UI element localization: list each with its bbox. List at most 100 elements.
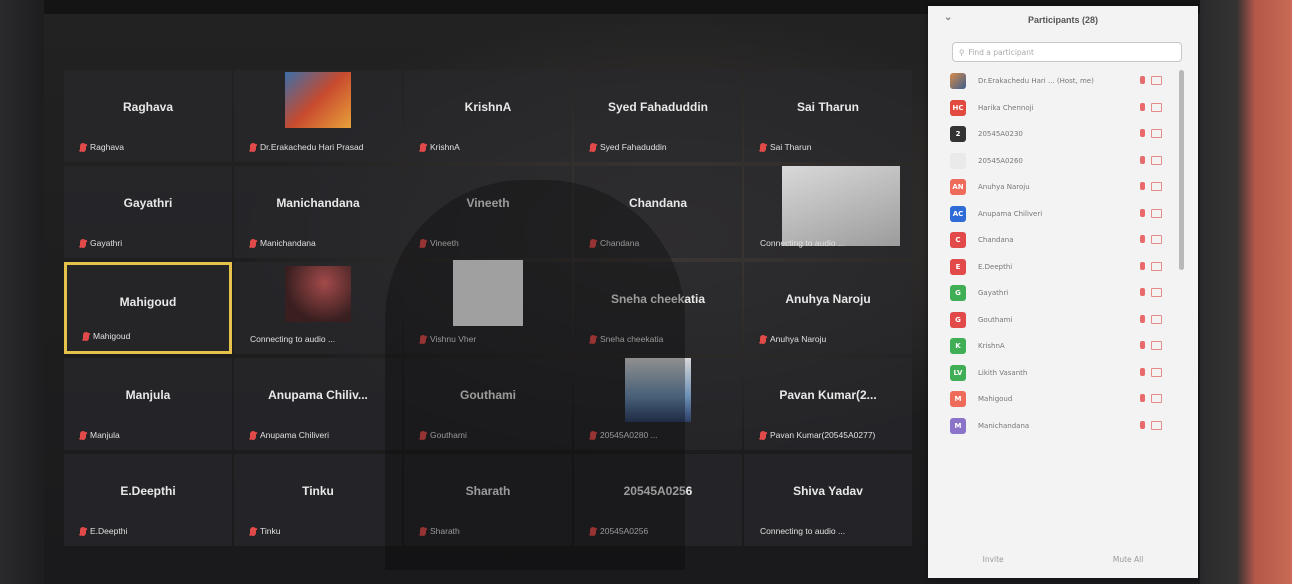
video-off-icon[interactable] [1151, 394, 1162, 403]
video-tile[interactable]: Tinku Tinku [234, 454, 402, 546]
participant-name: Likith Vasanth [978, 368, 1028, 377]
muted-mic-icon[interactable] [1140, 76, 1145, 84]
muted-mic-icon[interactable] [1140, 341, 1145, 349]
muted-mic-icon [250, 142, 256, 152]
tile-name-label: Anuhya Naroju [760, 334, 826, 344]
video-off-icon[interactable] [1151, 314, 1162, 324]
monitor-bezel-right [1200, 0, 1292, 584]
participant-name: Dr.Erakachedu Hari ... (Host, me) [978, 77, 1094, 86]
video-off-icon[interactable] [1151, 102, 1162, 112]
mute-all-button[interactable]: Mute All [1113, 555, 1143, 564]
tile-label-text: Tinku [260, 526, 281, 536]
invite-button[interactable]: Invite [983, 555, 1004, 564]
tile-label-text: Connecting to audio ... [250, 334, 336, 344]
participants-panel: ⌄ Participants (28) ⚲ Find a participant… [928, 6, 1198, 578]
video-tile[interactable]: Gayathri Gayathri [64, 166, 232, 258]
participant-row[interactable]: Dr.Erakachedu Hari ... (Host, me) [928, 68, 1198, 95]
video-tile[interactable]: Connecting to audio ... [234, 262, 402, 354]
avatar: M [950, 391, 966, 408]
participant-name: Gayathri [978, 289, 1009, 298]
tile-display-name: Sai Tharun [796, 100, 859, 114]
video-off-icon[interactable] [1151, 182, 1162, 191]
video-off-icon[interactable] [1151, 367, 1162, 377]
tile-label-text: Pavan Kumar(20545A0277) [770, 430, 876, 440]
video-off-icon[interactable] [1151, 235, 1162, 244]
muted-mic-icon[interactable] [1140, 102, 1145, 111]
muted-mic-icon [80, 526, 86, 536]
participant-row[interactable]: M Mahigoud [928, 386, 1198, 413]
video-tile[interactable]: Raghava Raghava [64, 70, 232, 162]
muted-mic-icon[interactable] [1140, 288, 1145, 296]
muted-mic-icon [760, 430, 766, 440]
avatar: G [950, 311, 966, 328]
participant-row[interactable]: E E.Deepthi [928, 254, 1198, 281]
video-off-icon[interactable] [1151, 76, 1162, 85]
tile-label-text: Connecting to audio ... [760, 238, 846, 248]
muted-mic-icon[interactable] [1140, 314, 1145, 323]
participant-row[interactable]: AC Anupama Chiliveri [928, 201, 1198, 228]
video-off-icon[interactable] [1151, 155, 1162, 165]
chevron-down-icon[interactable]: ⌄ [944, 12, 952, 23]
video-tile[interactable]: Syed Fahaduddin Syed Fahaduddin [574, 70, 742, 162]
muted-mic-icon [250, 430, 256, 440]
video-tile[interactable]: E.Deepthi E.Deepthi [64, 454, 232, 546]
video-off-icon[interactable] [1151, 288, 1162, 297]
muted-mic-icon[interactable] [1140, 182, 1145, 190]
avatar: 2 [950, 126, 966, 143]
video-tile[interactable]: Dr.Erakachedu Hari Prasad [234, 70, 402, 162]
video-off-icon[interactable] [1151, 341, 1162, 350]
muted-mic-icon[interactable] [1140, 420, 1145, 429]
muted-mic-icon[interactable] [1140, 129, 1145, 137]
participant-row[interactable]: AN Anuhya Naroju [928, 174, 1198, 201]
video-off-icon[interactable] [1151, 420, 1162, 430]
participant-row[interactable]: LV Likith Vasanth [928, 360, 1198, 387]
muted-mic-icon[interactable] [1140, 155, 1145, 164]
tile-display-name: Manichandana [276, 196, 360, 210]
participant-row[interactable]: HC Harika Chennoji [928, 95, 1198, 122]
video-tile[interactable]: Shiva Yadav Connecting to audio ... [744, 454, 912, 546]
video-tile[interactable]: Pavan Kumar(2... Pavan Kumar(20545A0277) [744, 358, 912, 450]
tile-name-label: Dr.Erakachedu Hari Prasad [250, 142, 363, 152]
tile-label-text: Anuhya Naroju [770, 334, 827, 344]
avatar: C [950, 232, 966, 249]
video-tile[interactable]: Mahigoud Mahigoud [64, 262, 232, 354]
muted-mic-icon[interactable] [1140, 235, 1145, 243]
muted-mic-icon [80, 430, 86, 440]
tile-name-label: Connecting to audio ... [760, 238, 845, 248]
participants-footer: Invite Mute All [928, 555, 1198, 564]
video-tile[interactable]: Connecting to audio ... [744, 166, 912, 258]
participant-row[interactable]: 2 20545A0230 [928, 121, 1198, 148]
tile-name-label: Manjula [80, 430, 120, 440]
scrollbar[interactable] [1179, 70, 1184, 270]
tile-display-name: Manjula [125, 388, 171, 402]
muted-mic-icon[interactable] [1140, 208, 1145, 217]
participant-row[interactable]: M Manichandana [928, 413, 1198, 440]
muted-mic-icon[interactable] [1140, 261, 1145, 270]
tile-display-name: Raghava [122, 100, 174, 114]
tile-display-name: E.Deepthi [120, 484, 176, 498]
video-tile[interactable]: Manjula Manjula [64, 358, 232, 450]
video-tile[interactable]: Sai Tharun Sai Tharun [744, 70, 912, 162]
video-tile[interactable]: KrishnA KrishnA [404, 70, 572, 162]
participant-row[interactable]: G Gouthami [928, 307, 1198, 334]
video-off-icon[interactable] [1151, 261, 1162, 271]
video-off-icon[interactable] [1151, 129, 1162, 138]
video-tile[interactable]: Anuhya Naroju Anuhya Naroju [744, 262, 912, 354]
participant-status-icons [1140, 235, 1162, 244]
muted-mic-icon[interactable] [1140, 367, 1145, 376]
participant-row[interactable]: G Gayathri [928, 280, 1198, 307]
video-off-icon[interactable] [1151, 208, 1162, 218]
participant-row[interactable]: 20545A0260 [928, 148, 1198, 175]
participant-name: 20545A0260 [978, 156, 1023, 165]
tile-name-label: KrishnA [420, 142, 460, 152]
avatar: M [950, 417, 966, 434]
avatar [950, 152, 966, 169]
search-input[interactable]: ⚲ Find a participant [952, 42, 1182, 62]
tile-name-label: Pavan Kumar(20545A0277) [760, 430, 875, 440]
avatar: E [950, 258, 966, 275]
video-tile[interactable]: Anupama Chiliv... Anupama Chiliveri [234, 358, 402, 450]
video-tile[interactable]: Manichandana Manichandana [234, 166, 402, 258]
participant-row[interactable]: K KrishnA [928, 333, 1198, 360]
participant-row[interactable]: C Chandana [928, 227, 1198, 254]
muted-mic-icon[interactable] [1140, 394, 1145, 402]
